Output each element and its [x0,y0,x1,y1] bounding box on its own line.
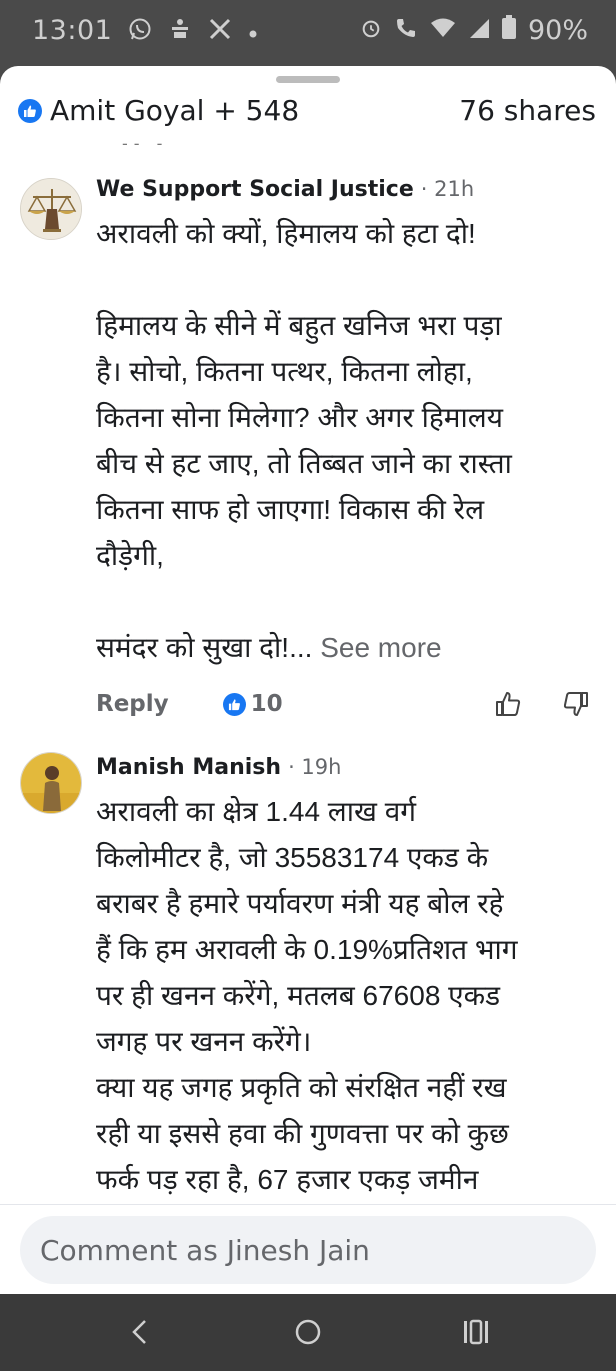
comment-line: रही या इससे हवा की गुणवत्ता पर को कुछ [96,1118,509,1149]
comment-line: समंदर को सुखा दो!... [96,632,313,663]
notification-app-icon [168,17,192,47]
comment-line: बराबर है हमारे पर्यावरण मंत्री यह बोल रह… [96,888,504,919]
comment-line: क्या यह जगह प्रकृति को संरक्षित नहीं रख [96,1072,507,1103]
comment-line: कितना सोना मिलेगा? और अगर हिमालय [96,402,503,433]
scroll-hint: -- - [122,134,169,153]
avatar[interactable] [20,752,82,814]
comment-line: बीच से हट जाए, तो तिब्बत जाने का रास्ता [96,448,512,479]
comments-sheet: Amit Goyal + 548 76 shares -- - We Suppo… [0,66,616,1294]
comment-line: अरावली को क्यों, हिमालय को हटा दो! [96,218,476,249]
comment-text: अरावली को क्यों, हिमालय को हटा दो! हिमाल… [96,211,592,671]
back-icon[interactable] [120,1312,160,1352]
comment-line: हैं कि हम अरावली के 0.19%प्रतिशत भाग [96,934,518,965]
call-icon [394,16,418,46]
comment-input[interactable]: Comment as Jinesh Jain [20,1216,596,1284]
reactions-text: Amit Goyal + 548 [50,94,300,127]
reply-button[interactable]: Reply [96,691,169,717]
like-reaction-icon [18,98,42,123]
comment-line: पर ही खनन करेंगे, मतलब 67608 एकड [96,980,501,1011]
drag-handle[interactable] [276,76,340,83]
wifi-icon [430,17,456,45]
comment-text: अरावली का क्षेत्र 1.44 लाख वर्ग किलोमीटर… [96,789,592,1203]
thumbs-down-icon[interactable] [562,690,590,718]
avatar[interactable] [20,178,82,240]
navigation-bar [0,1294,616,1371]
comment-line [96,579,592,625]
comment-last-line: समंदर को सुखा दो!... See more [96,625,592,671]
comment-line [96,257,592,303]
whatsapp-icon [128,17,152,47]
battery-percent: 90% [527,15,588,46]
comment-line: किलोमीटर है, जो 35583174 एकड के [96,842,489,873]
comment-line: है। सोचो, कितना पत्थर, कितना लोहा, [96,356,473,387]
comment-time: · 21h [420,177,475,201]
like-count: 10 [250,691,283,717]
status-time: 13:01 [32,15,113,46]
status-bar: 13:01 90% [0,0,616,66]
like-reaction-icon [222,692,246,716]
recent-apps-icon[interactable] [456,1312,496,1352]
x-logo-icon [208,17,232,47]
battery-icon [501,15,516,46]
comment-line: फर्क पड़ रहा है, 67 हजार एकड़ जमीन [96,1164,479,1195]
comment-author[interactable]: Manish Manish [96,755,281,780]
comment-author[interactable]: We Support Social Justice [96,177,414,202]
see-more-link[interactable]: See more [312,632,441,663]
reactions-summary[interactable]: Amit Goyal + 548 [18,94,299,127]
signal-icon [468,17,490,45]
comment-time: · 19h [288,755,342,779]
home-icon[interactable] [288,1312,328,1352]
thumbs-up-icon[interactable] [494,690,522,718]
comment-likes[interactable]: 10 [222,691,283,717]
alarm-icon [360,17,382,45]
comment-line: दौड़ेगी, [96,540,164,571]
more-dot-icon [248,20,258,45]
shares-count[interactable]: 76 shares [459,94,596,127]
comment-input-placeholder: Comment as Jinesh Jain [40,1233,370,1267]
divider [0,1204,616,1205]
comment-line: अरावली का क्षेत्र 1.44 लाख वर्ग [96,796,417,827]
comment-line: हिमालय के सीने में बहुत खनिज भरा पड़ा [96,310,502,341]
comment-line: जगह पर खनन करेंगे। [96,1026,312,1057]
comment-line: कितना साफ हो जाएगा! विकास की रेल [96,494,485,525]
